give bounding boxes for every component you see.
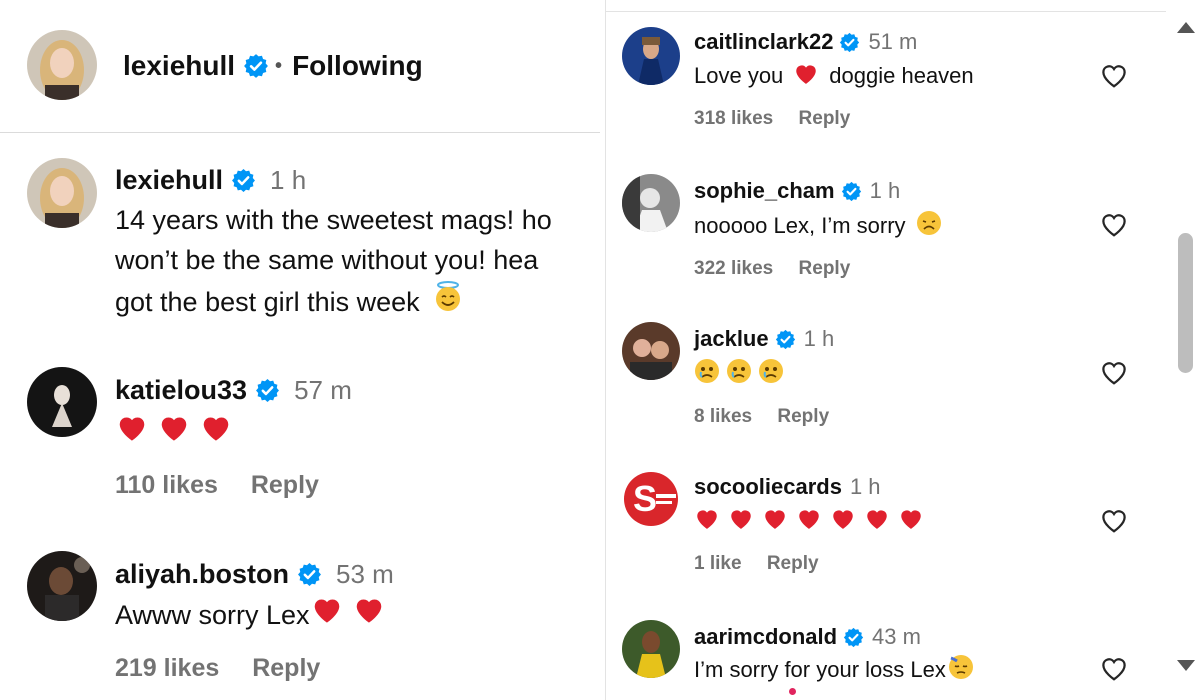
comment-avatar[interactable] (622, 27, 680, 85)
red-heart-icon (796, 506, 822, 536)
comment-text: I’m sorry for your loss Lex (694, 657, 946, 682)
red-heart-icon (310, 594, 344, 635)
red-heart-icon (762, 506, 788, 536)
comment-username[interactable]: katielou33 (115, 375, 247, 406)
post-header: lexiehull • Following (0, 0, 600, 133)
caption-line-2: won’t be the same without you! hea (115, 245, 539, 275)
like-count[interactable]: 322 likes (694, 258, 773, 279)
crying-face-icon (758, 358, 784, 390)
comment-username[interactable]: socooliecards (694, 474, 842, 500)
red-heart-icon (728, 506, 754, 536)
verified-badge-icon (839, 32, 860, 53)
like-heart-icon[interactable] (1099, 61, 1129, 89)
comment-hearts (115, 412, 241, 453)
verified-badge-icon (255, 378, 280, 403)
comment-time: 57 m (294, 375, 352, 405)
red-heart-icon (352, 594, 386, 635)
scroll-up-arrow-icon[interactable] (1177, 22, 1195, 33)
divider (606, 11, 1166, 12)
caption-line-3: got the best girl this week (115, 286, 420, 317)
comment-username[interactable]: caitlinclark22 (694, 29, 833, 55)
reply-button[interactable]: Reply (252, 654, 320, 682)
like-heart-icon[interactable] (1099, 210, 1129, 238)
verified-badge-icon (843, 627, 864, 648)
red-heart-icon (199, 412, 233, 453)
scroll-down-arrow-icon[interactable] (1177, 660, 1195, 671)
comment-username[interactable]: aarimcdonald (694, 624, 837, 650)
post-panel: lexiehull • Following lexiehull 1 h 14 y… (0, 0, 600, 700)
scrollbar-thumb[interactable] (1178, 233, 1193, 373)
like-heart-icon[interactable] (1099, 506, 1129, 534)
verified-badge-icon (775, 329, 796, 350)
downcast-sweat-face-icon (948, 654, 974, 686)
new-activity-dot (789, 688, 796, 695)
comment-avatar[interactable] (622, 620, 680, 678)
red-heart-icon (864, 506, 890, 536)
like-count[interactable]: 8 likes (694, 406, 752, 427)
comments-panel[interactable]: caitlinclark22 51 m Love you doggie heav… (605, 0, 1200, 700)
comment-text-tail: doggie heaven (829, 63, 974, 88)
comment-username[interactable]: jacklue (694, 326, 769, 352)
comment-avatar[interactable] (27, 551, 97, 621)
verified-badge-icon (243, 53, 269, 79)
comment-username[interactable]: sophie_cham (694, 178, 835, 204)
scrollbar[interactable] (1172, 0, 1200, 700)
verified-badge-icon (297, 562, 322, 587)
reply-button[interactable]: Reply (767, 553, 819, 574)
comment-time: 1 h (849, 474, 881, 499)
comment-avatar[interactable]: S (622, 470, 680, 528)
verified-badge-icon (231, 168, 256, 193)
crying-face-icon (726, 358, 752, 390)
author-avatar[interactable] (27, 30, 97, 100)
comment-text: Awww sorry Lex (115, 599, 310, 630)
verified-badge-icon (841, 181, 862, 202)
caption-avatar[interactable] (27, 158, 97, 228)
comment-hearts (694, 506, 932, 536)
comment-text: nooooo Lex, I’m sorry (694, 213, 906, 238)
comment-avatar[interactable] (27, 367, 97, 437)
disappointed-face-icon (916, 210, 942, 242)
like-heart-icon[interactable] (1099, 654, 1129, 682)
svg-text:S: S (633, 478, 657, 519)
comment-text-row: nooooo Lex, I’m sorry (694, 210, 948, 242)
comment-avatar[interactable] (622, 322, 680, 380)
comment-text-row: I’m sorry for your loss Lex (694, 654, 980, 686)
comment-time: 43 m (872, 624, 921, 649)
comment-text: Love you (694, 63, 784, 88)
author-username[interactable]: lexiehull (123, 50, 235, 82)
reply-button[interactable]: Reply (799, 258, 851, 279)
reply-button[interactable]: Reply (251, 471, 319, 499)
comment-time: 53 m (336, 559, 394, 589)
like-count[interactable]: 219 likes (115, 654, 219, 682)
comment-text-row: Awww sorry Lex (115, 594, 394, 635)
like-heart-icon[interactable] (1099, 358, 1129, 386)
separator-dot: • (275, 54, 283, 77)
angel-face-icon (432, 280, 464, 323)
comment-avatar[interactable] (622, 174, 680, 232)
caption-username[interactable]: lexiehull (115, 165, 223, 196)
comment-time: 51 m (868, 29, 918, 54)
red-heart-icon (115, 412, 149, 453)
comment-emojis (694, 358, 790, 390)
comment-username[interactable]: aliyah.boston (115, 559, 289, 590)
red-heart-icon (694, 506, 720, 536)
red-heart-icon (898, 506, 924, 536)
caption-line-3-row: got the best girl this week (115, 280, 470, 323)
red-heart-icon (793, 61, 819, 91)
caption-time: 1 h (270, 165, 307, 195)
caption-line-1: 14 years with the sweetest mags! ho (115, 205, 552, 235)
following-button[interactable]: Following (292, 50, 423, 82)
like-count[interactable]: 1 like (694, 553, 742, 574)
comment-time: 1 h (803, 326, 835, 351)
like-count[interactable]: 110 likes (115, 471, 218, 499)
red-heart-icon (830, 506, 856, 536)
reply-button[interactable]: Reply (777, 406, 829, 427)
red-heart-icon (157, 412, 191, 453)
comment-time: 1 h (869, 178, 901, 203)
reply-button[interactable]: Reply (799, 108, 851, 129)
crying-face-icon (694, 358, 720, 390)
comment-text-row: Love you doggie heaven (694, 61, 974, 91)
like-count[interactable]: 318 likes (694, 108, 773, 129)
